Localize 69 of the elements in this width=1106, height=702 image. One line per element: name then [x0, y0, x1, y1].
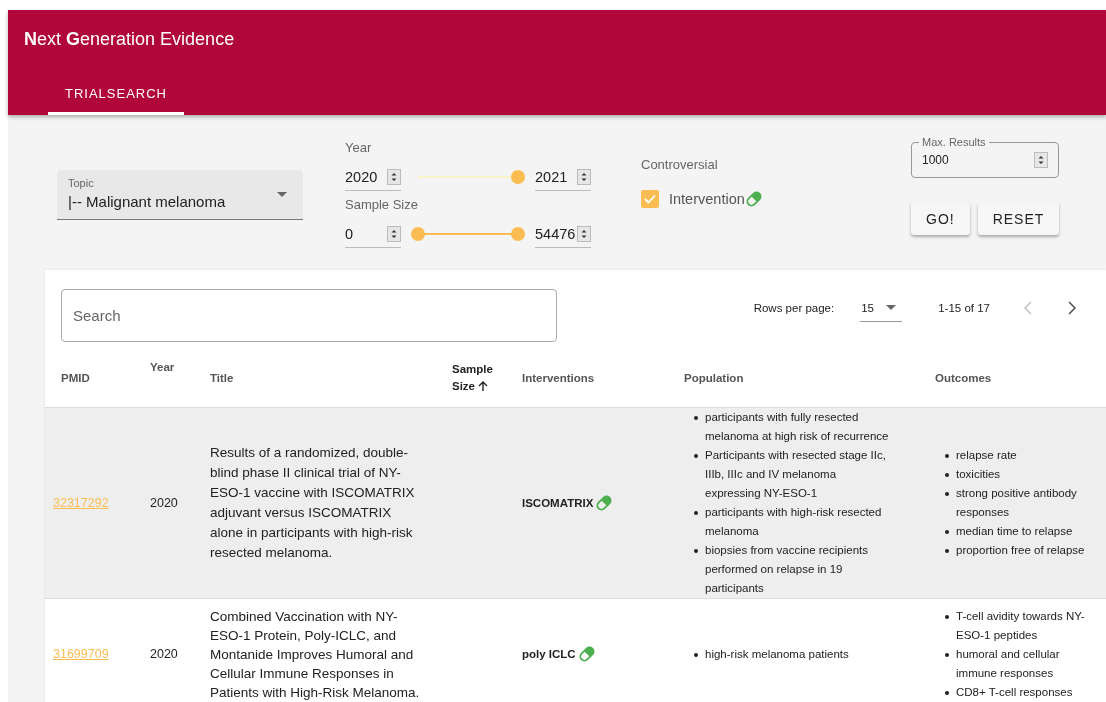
number-field[interactable]: 0 [345, 220, 401, 248]
outcome-item: median time to relapse [956, 524, 1073, 539]
spinner-arrows-icon[interactable] [577, 168, 591, 185]
bullet-icon [945, 492, 949, 496]
checkbox-label: Intervention [669, 191, 745, 207]
chevron-right-icon [1067, 301, 1077, 315]
column-header[interactable]: Year [150, 361, 194, 373]
intervention-label: ISCOMATRIX [522, 495, 594, 511]
field-label: Max. Results [919, 135, 989, 149]
bullet-icon [694, 511, 698, 515]
trial-title: Combined Vaccination with NY-ESO-1 Protein, Poly-ICLC, and Montanide Improves Humoral and Cellular Immune Responses in Patients with High-Risk Melanoma. [210, 607, 421, 702]
search-field[interactable]: Search [61, 288, 557, 342]
bullet-icon [694, 549, 698, 553]
rows-per-page-label: Rows per page: [753, 302, 835, 314]
spinner-arrows-icon[interactable] [1034, 152, 1048, 168]
dropdown-caret-icon [277, 192, 287, 198]
column-header[interactable]: PMID [61, 371, 134, 384]
rows-per-page-select[interactable]: 15 [860, 294, 903, 322]
population-item: biopsies from vaccine recipients performed on relapse in 19 participants [705, 543, 869, 596]
bullet-icon [945, 454, 949, 458]
checkmark-icon [644, 194, 656, 204]
bullet-icon [694, 652, 698, 657]
number-field[interactable]: 54476 [535, 220, 591, 248]
column-header[interactable]: Sample Size [452, 360, 492, 395]
arrow-up-icon [477, 379, 489, 392]
column-header[interactable]: Outcomes [935, 371, 1098, 384]
action-button[interactable]: GO! [911, 202, 970, 235]
outcome-item: proportion free of relapse [956, 543, 1085, 558]
pill-icon [744, 190, 763, 208]
bullet-icon [945, 473, 949, 477]
spinner-arrows-icon[interactable] [577, 225, 591, 242]
outcome-item: toxicities [956, 467, 1001, 482]
bullet-icon [945, 690, 949, 695]
slider-label: Year [345, 139, 373, 157]
outcome-item: relapse rate [956, 448, 1017, 463]
dropdown-caret-icon [886, 305, 897, 310]
table-cell: 2020 [150, 646, 178, 661]
number-field[interactable]: 2020 [345, 163, 401, 191]
intervention-label: poly ICLC [522, 646, 576, 662]
page-range: 1-15 of 17 [938, 302, 990, 314]
population-item: participants with fully resected melanoma at high risk of recurrence [705, 410, 889, 444]
range-slider[interactable] [411, 227, 525, 241]
column-header[interactable]: Population [684, 371, 919, 384]
app-title: Next Generation Evidence [23, 28, 236, 50]
action-button[interactable]: RESET [977, 202, 1060, 235]
number-field[interactable]: 2021 [535, 163, 591, 191]
outcome-item: CD8+ T-cell responses [956, 684, 1073, 700]
topic-select[interactable]: Topic |-- Malignant melanoma [57, 170, 303, 220]
pill-icon [577, 645, 596, 663]
table-row[interactable] [45, 407, 1106, 599]
population-item: high-risk melanoma patients [705, 646, 849, 662]
checkbox[interactable] [641, 190, 659, 208]
pill-icon [595, 494, 614, 512]
spinner-arrows-icon[interactable] [387, 225, 401, 242]
bullet-icon [945, 652, 949, 657]
column-header[interactable]: Title [210, 371, 436, 384]
bullet-icon [945, 614, 949, 619]
column-header[interactable]: Interventions [522, 371, 668, 384]
bullet-icon [945, 549, 949, 553]
bullet-icon [694, 416, 698, 420]
bullet-icon [945, 530, 949, 534]
table-cell: 2020 [150, 495, 178, 510]
chevron-left-icon [1023, 301, 1033, 315]
filter-label: Controversial [641, 157, 719, 172]
trial-title: Results of a randomized, double-blind phase II clinical trial of NY-ESO-1 vaccine with ISCOMATRIX adjuvant versus ISCOMATRIX alone in participants with high-risk resected melanoma. [210, 444, 416, 562]
outcome-item: humoral and cellular immune responses [956, 646, 1061, 681]
slider-label: Sample Size [345, 196, 419, 214]
spinner-arrows-icon[interactable] [387, 168, 401, 185]
bullet-icon [694, 454, 698, 458]
